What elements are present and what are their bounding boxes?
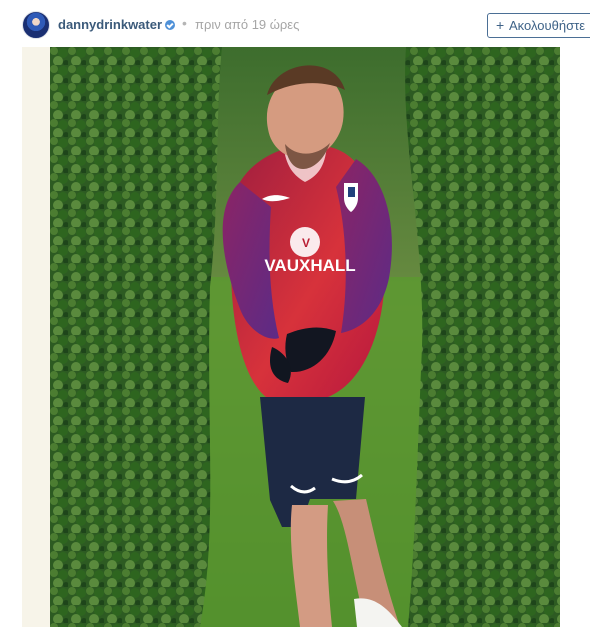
svg-text:VAUXHALL: VAUXHALL: [264, 256, 355, 275]
post-timestamp[interactable]: πριν από 19 ώρες: [195, 18, 299, 32]
instagram-post: dannydrinkwater • πριν από 19 ώρες + Ακολ…: [0, 0, 590, 627]
plus-icon: +: [496, 17, 505, 33]
post-header: dannydrinkwater • πριν από 19 ώρες + Ακολ…: [0, 0, 590, 48]
separator-dot: •: [182, 15, 187, 31]
svg-text:V: V: [302, 236, 310, 250]
post-image-frame: V VAUXHALL: [22, 47, 560, 627]
follow-button[interactable]: + Ακολουθήστε: [487, 13, 590, 38]
username-link[interactable]: dannydrinkwater: [58, 18, 162, 32]
right-side-margin: [560, 47, 590, 627]
football-player-photo: V VAUXHALL: [50, 47, 560, 627]
post-photo[interactable]: V VAUXHALL: [50, 47, 560, 627]
verified-badge-icon: [165, 20, 175, 30]
follow-button-label: Ακολουθήστε: [509, 18, 586, 33]
profile-avatar[interactable]: [22, 11, 50, 39]
